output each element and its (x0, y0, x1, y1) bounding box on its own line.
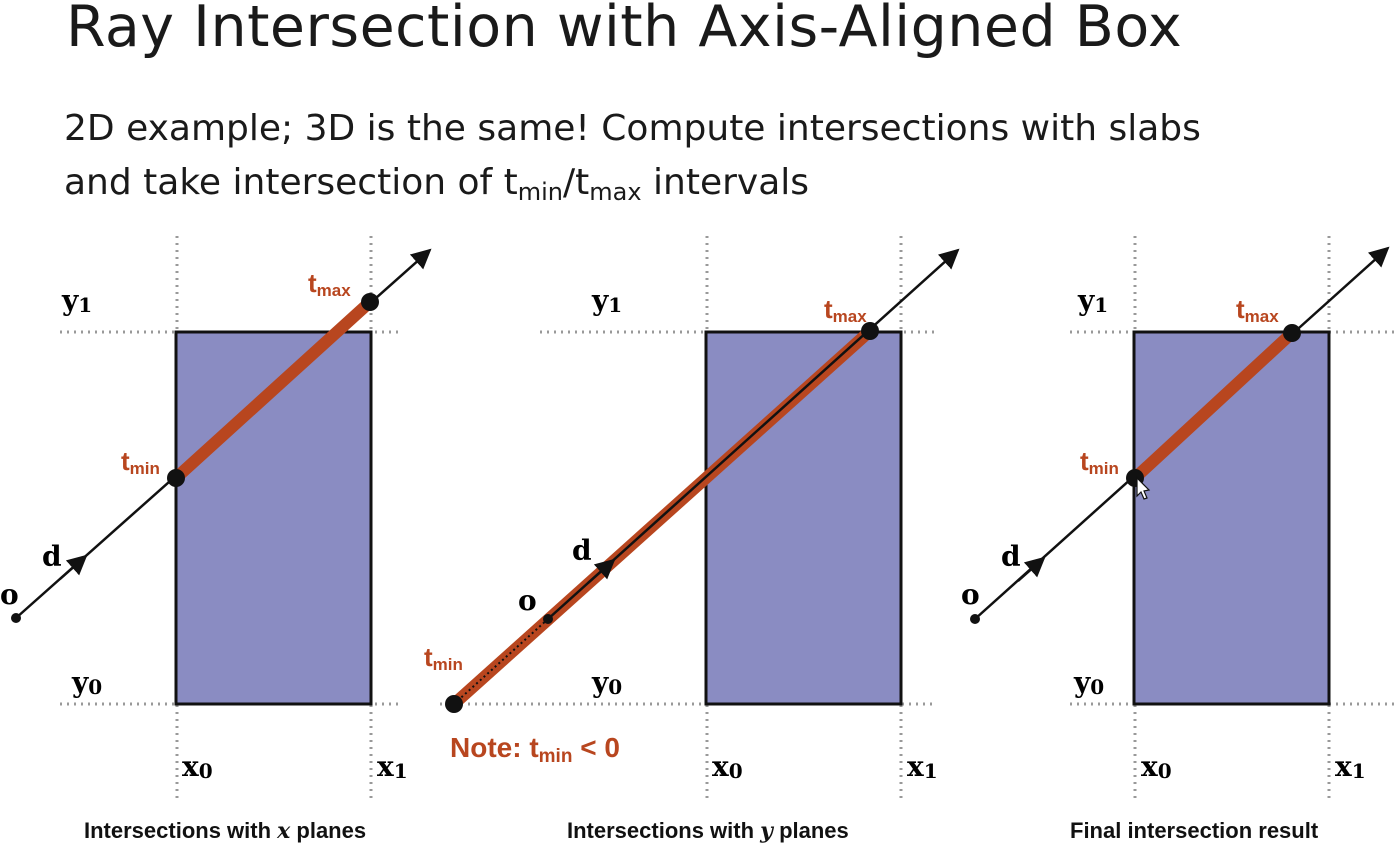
tmax-point (1283, 324, 1301, 342)
label-tmin: tmin (1080, 446, 1119, 478)
label-y1: y1 (591, 284, 622, 317)
ray-origin-point (970, 614, 980, 624)
label-o: o (961, 578, 980, 611)
label-tmin: tmin (424, 642, 463, 674)
label-x0: x0 (1141, 750, 1172, 783)
direction-arrow (1017, 556, 1046, 582)
note-tmin-negative: Note: tmin < 0 (450, 732, 620, 767)
tmin-point (445, 695, 463, 713)
ray-origin-point (543, 614, 553, 624)
diagram-figure: o d y1 y0 x0 x1 tmin tmax Intersections … (0, 236, 1396, 844)
label-y0: y0 (71, 666, 102, 699)
ray-origin-point (11, 613, 21, 623)
label-x1: x1 (377, 750, 408, 783)
label-y1: y1 (61, 284, 92, 317)
caption-y-planes: Intersections with y planes (567, 818, 849, 844)
caption-x-planes: Intersections with x planes (84, 818, 366, 844)
label-tmax: tmax (308, 268, 351, 300)
label-x1: x1 (1335, 750, 1366, 783)
label-x0: x0 (712, 750, 743, 783)
label-d: d (1001, 540, 1021, 573)
label-x0: x0 (182, 750, 213, 783)
label-o: o (518, 584, 537, 617)
panel-y-planes: o d y1 y0 x0 x1 tmin tmax Note: tmin < 0… (424, 236, 960, 844)
direction-arrow (59, 554, 88, 580)
label-tmax: tmax (824, 294, 867, 326)
label-tmax: tmax (1236, 294, 1279, 326)
caption-final-result: Final intersection result (1070, 818, 1319, 843)
label-y1: y1 (1077, 284, 1108, 317)
label-d: d (572, 534, 592, 567)
label-y0: y0 (1073, 666, 1104, 699)
tmax-point (361, 293, 379, 311)
panel-x-planes: o d y1 y0 x0 x1 tmin tmax Intersections … (0, 236, 432, 844)
label-y0: y0 (591, 666, 622, 699)
label-o: o (0, 578, 19, 611)
label-d: d (42, 540, 62, 573)
panel-final-result: o d y1 y0 x0 x1 tmin tmax Final intersec… (961, 236, 1396, 843)
label-x1: x1 (907, 750, 938, 783)
label-tmin: tmin (121, 446, 160, 478)
tmin-point (167, 469, 185, 487)
